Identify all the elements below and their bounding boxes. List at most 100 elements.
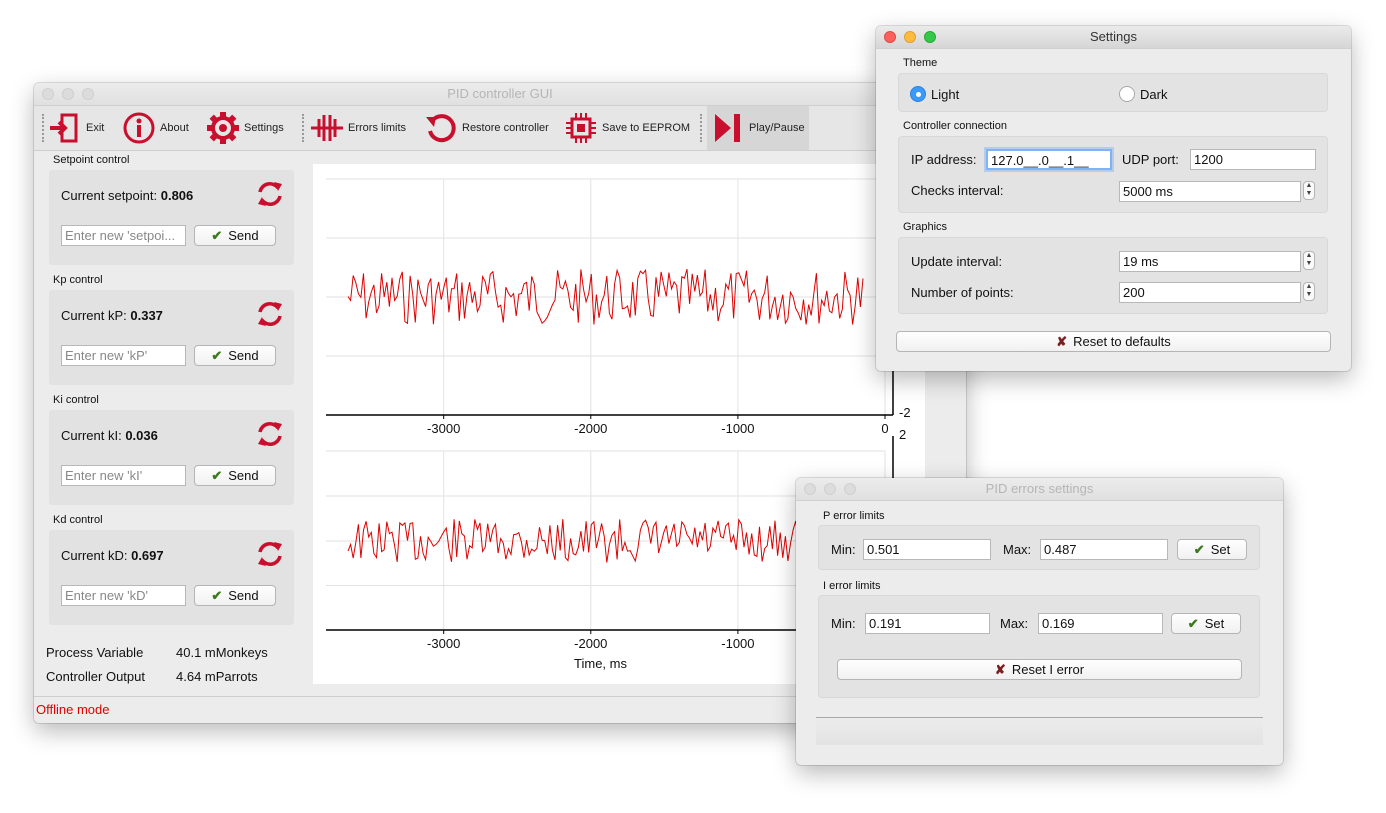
refresh-setpoint-icon[interactable] — [256, 180, 284, 208]
checks-interval-stepper[interactable]: ▲ ▼ — [1303, 181, 1315, 200]
kd-group: Current kD: 0.697 Enter new 'kD' ✔ Send — [49, 530, 294, 625]
check-icon: ✔ — [1193, 542, 1205, 557]
restore-icon — [426, 114, 456, 143]
settings-button[interactable]: Settings — [206, 106, 284, 150]
setpoint-group: Current setpoint: 0.806 Enter new 'setpo… — [49, 170, 294, 265]
refresh-kd-icon[interactable] — [256, 540, 284, 568]
play-pause-icon — [715, 114, 740, 142]
update-interval-label: Update interval: — [911, 254, 1003, 269]
kp-input[interactable]: Enter new 'kP' — [61, 345, 186, 366]
current-setpoint: Current setpoint: 0.806 — [61, 188, 194, 203]
errors-footer — [816, 717, 1263, 745]
number-of-points-input[interactable]: 200 — [1119, 282, 1301, 303]
exit-button[interactable]: Exit — [48, 106, 104, 150]
close-window-button[interactable] — [42, 88, 54, 100]
gear-icon — [207, 112, 239, 144]
settings-titlebar[interactable]: Settings — [876, 26, 1351, 49]
about-button[interactable]: About — [122, 106, 189, 150]
p-min-input[interactable]: 0.501 — [863, 539, 991, 560]
kd-section-label: Kd control — [53, 514, 103, 526]
reset-to-defaults-button[interactable]: ✘ Reset to defaults — [896, 331, 1331, 352]
x-axis-label: Time, ms — [574, 656, 627, 671]
minimize-window-button[interactable] — [824, 483, 836, 495]
check-icon: ✔ — [211, 228, 223, 243]
i-min-input[interactable]: 0.191 — [865, 613, 990, 634]
update-interval-input[interactable]: 19 ms — [1119, 251, 1301, 272]
toolbar: Exit About Settings Errors limits Restor… — [34, 106, 966, 151]
checks-interval-label: Checks interval: — [911, 183, 1004, 198]
close-window-button[interactable] — [884, 31, 896, 43]
cross-icon: ✘ — [994, 662, 1006, 677]
reset-i-error-button[interactable]: ✘ Reset I error — [837, 659, 1242, 680]
dark-theme-radio[interactable] — [1119, 86, 1135, 102]
zoom-window-button[interactable] — [82, 88, 94, 100]
check-icon: ✔ — [1187, 616, 1199, 631]
i-max-input[interactable]: 0.169 — [1038, 613, 1163, 634]
kp-group: Current kP: 0.337 Enter new 'kP' ✔ Send — [49, 290, 294, 385]
theme-group: Light Dark — [898, 73, 1328, 112]
process-variable-value: 40.1 mMonkeys — [176, 645, 268, 660]
p-max-input[interactable]: 0.487 — [1040, 539, 1168, 560]
send-ki-button[interactable]: ✔ Send — [194, 465, 276, 486]
setpoint-section-label: Setpoint control — [53, 154, 130, 166]
udp-port-input[interactable]: 1200 — [1190, 149, 1316, 170]
toolbar-separator — [700, 114, 702, 142]
number-of-points-label: Number of points: — [911, 285, 1014, 300]
current-kd: Current kD: 0.697 — [61, 548, 164, 563]
main-titlebar[interactable]: PID controller GUI — [34, 83, 966, 106]
send-kp-button[interactable]: ✔ Send — [194, 345, 276, 366]
checks-interval-input[interactable]: 5000 ms — [1119, 181, 1301, 202]
close-window-button[interactable] — [804, 483, 816, 495]
ip-address-label: IP address: — [911, 152, 977, 167]
restore-controller-button[interactable]: Restore controller — [424, 106, 549, 150]
kd-input[interactable]: Enter new 'kD' — [61, 585, 186, 606]
errors-limits-button[interactable]: Errors limits — [310, 106, 406, 150]
minimize-window-button[interactable] — [904, 31, 916, 43]
play-pause-button[interactable]: Play/Pause — [707, 106, 809, 150]
window-title: Settings — [1090, 29, 1137, 44]
connection-section-label: Controller connection — [903, 120, 1007, 132]
set-i-limits-button[interactable]: ✔ Set — [1171, 613, 1241, 634]
y-tick-label: -2 — [899, 405, 911, 420]
ki-input[interactable]: Enter new 'kI' — [61, 465, 186, 486]
window-title: PID errors settings — [985, 481, 1094, 496]
x-tick-label: -1000 — [721, 636, 754, 651]
p-min-label: Min: — [831, 542, 856, 557]
ki-section-label: Ki control — [53, 394, 99, 406]
process-variable-label: Process Variable — [46, 645, 144, 660]
set-p-limits-button[interactable]: ✔ Set — [1177, 539, 1247, 560]
save-eeprom-button[interactable]: Save to EEPROM — [564, 106, 690, 150]
graphics-section-label: Graphics — [903, 221, 948, 233]
zoom-window-button[interactable] — [924, 31, 936, 43]
refresh-ki-icon[interactable] — [256, 420, 284, 448]
p-error-group: Min: 0.501 Max: 0.487 ✔ Set — [818, 525, 1260, 570]
pid-errors-window: PID errors settings P error limits Min: … — [796, 478, 1283, 765]
toolbar-separator — [302, 114, 304, 142]
errors-titlebar[interactable]: PID errors settings — [796, 478, 1283, 501]
controller-output-value: 4.64 mParrots — [176, 669, 258, 684]
number-of-points-stepper[interactable]: ▲ ▼ — [1303, 282, 1315, 301]
settings-window: Settings Theme Light Dark Controller con… — [876, 26, 1351, 371]
update-interval-stepper[interactable]: ▲ ▼ — [1303, 251, 1315, 270]
refresh-kp-icon[interactable] — [256, 300, 284, 328]
theme-section-label: Theme — [903, 57, 938, 69]
errors-limits-icon — [311, 115, 343, 141]
check-icon: ✔ — [211, 468, 223, 483]
x-tick-label: -3000 — [427, 421, 460, 436]
light-theme-radio[interactable] — [910, 86, 926, 102]
minimize-window-button[interactable] — [62, 88, 74, 100]
x-tick-label: -3000 — [427, 636, 460, 651]
send-setpoint-button[interactable]: ✔ Send — [194, 225, 276, 246]
p-max-label: Max: — [1003, 542, 1032, 557]
kp-section-label: Kp control — [53, 274, 103, 286]
current-ki: Current kI: 0.036 — [61, 428, 158, 443]
setpoint-input[interactable]: Enter new 'setpoi... — [61, 225, 186, 246]
i-error-section-label: I error limits — [823, 580, 881, 592]
dark-theme-label: Dark — [1140, 87, 1168, 102]
ip-address-input[interactable]: 127.0__.0__.1__ — [986, 149, 1112, 170]
light-theme-label: Light — [931, 87, 960, 102]
zoom-window-button[interactable] — [844, 483, 856, 495]
graphics-group: Update interval: 19 ms ▲ ▼ Number of poin… — [898, 237, 1328, 314]
window-title: PID controller GUI — [447, 86, 553, 101]
send-kd-button[interactable]: ✔ Send — [194, 585, 276, 606]
